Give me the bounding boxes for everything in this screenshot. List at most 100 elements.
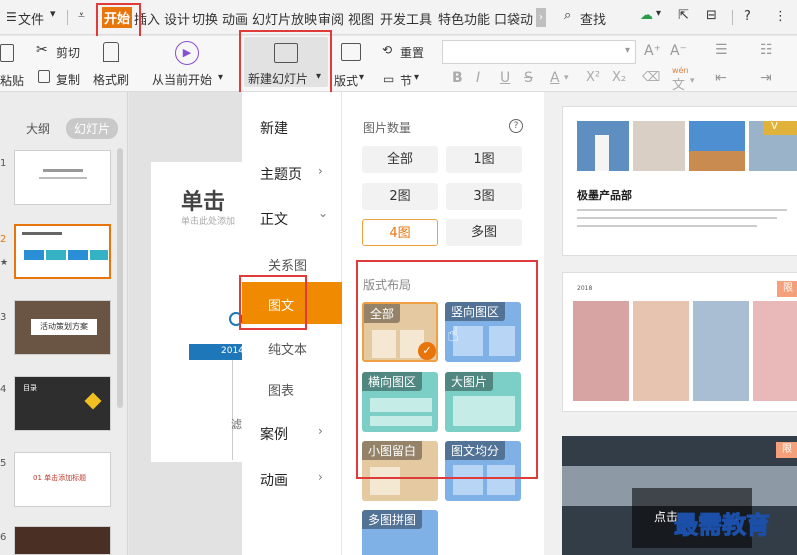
format-painter-icon[interactable] [103,42,119,62]
menu-features[interactable]: 特色功能 [438,9,490,28]
section-button[interactable]: 节 [400,72,412,89]
slide-subtitle[interactable]: 单击此处添加 [181,214,235,227]
tab-slides[interactable]: 幻灯片 [66,118,119,139]
paste-icon[interactable] [0,44,14,62]
count-1[interactable]: 1图 [446,146,522,173]
chevron-down-icon[interactable]: ▾ [218,72,223,83]
underline-button[interactable]: U [500,70,510,86]
template-title: 极墨产品部 [577,189,632,202]
template-photo [633,121,685,171]
slide-thumbnail[interactable] [14,150,111,205]
menu-item-chart[interactable]: 图表 [268,380,294,399]
count-3[interactable]: 3图 [446,183,522,210]
slide-title[interactable]: 单击 [181,184,225,216]
menu-file[interactable]: 文件 [18,9,44,28]
indent-icon[interactable]: ⇤ [715,70,727,86]
chevron-down-icon[interactable]: ▾ [359,72,364,83]
count-4-selected[interactable]: 4图 [362,219,438,246]
layout-button[interactable]: 版式 [334,72,358,89]
more-icon[interactable]: ⋮ [774,9,787,24]
section-icon[interactable]: ▭ [383,72,394,86]
count-all[interactable]: 全部 [362,146,438,173]
cut-button[interactable]: 剪切 [56,44,80,61]
layout-multi-collage[interactable]: 多图拼图 [362,510,438,555]
template-card[interactable]: V 极墨产品部 [562,106,797,256]
shrink-font-button[interactable]: A⁻ [670,43,687,59]
subscript-button[interactable]: X₂ [612,70,626,85]
slide-page[interactable]: 单击 单击此处添加 2014 滤 [151,162,244,462]
scissors-icon[interactable]: ✂ [36,42,48,58]
menu-item-animation[interactable]: 动画 [260,470,288,490]
tray-icon[interactable]: ⊟ [706,8,717,23]
template-photo [573,301,629,401]
bold-button[interactable]: B [452,70,463,86]
slide-number: 1 [0,158,7,169]
menu-slideshow[interactable]: 幻灯片放映 [252,9,317,28]
chevron-right-icon: › [318,164,323,178]
tab-outline[interactable]: 大纲 [26,120,50,137]
font-name-select[interactable]: ▾ [442,40,636,64]
reset-icon[interactable]: ⟲ [382,43,392,57]
template-card[interactable]: 2018 限 [562,272,797,412]
menu-item-theme-pages[interactable]: 主题页 [260,164,302,184]
slide-thumbnail[interactable]: 01 单击添加标题 [14,452,111,507]
menu-view[interactable]: 视图 [348,9,374,28]
chevron-down-icon[interactable]: ▾ [564,73,569,83]
play-icon[interactable]: ▶ [175,41,199,65]
format-painter-button[interactable]: 格式刷 [93,71,129,88]
copy-icon[interactable] [38,70,50,83]
chevron-right-icon: › [318,424,323,438]
help-icon[interactable]: ? [509,119,523,133]
reset-button[interactable]: 重置 [400,44,424,61]
search-icon[interactable]: ⌕ [564,8,571,23]
font-color-button[interactable]: A [550,70,560,86]
count-multi[interactable]: 多图 [446,219,522,246]
template-photo [577,121,629,171]
menu-item-new[interactable]: 新建 [260,118,288,138]
cloud-sync-icon[interactable]: ☁ [640,8,653,23]
scroll-right-icon[interactable]: › [536,8,546,27]
layout-icon[interactable] [341,43,361,61]
menu-transition[interactable]: 切换 [192,9,218,28]
share-icon[interactable]: ⇱ [678,8,689,23]
menu-developer[interactable]: 开发工具 [380,9,432,28]
numbered-list-icon[interactable]: ☷ [760,42,773,58]
count-2[interactable]: 2图 [362,183,438,210]
menu-design[interactable]: 设计 [164,9,190,28]
help-button[interactable]: ? [744,9,751,24]
chevron-down-icon[interactable]: ▾ [690,76,695,86]
menu-pocket[interactable]: 口袋动 [494,9,533,28]
phonetic-guide-button[interactable]: 文 [672,74,685,93]
chevron-down-icon[interactable]: ▾ [50,7,56,20]
menu-item-relation[interactable]: 关系图 [268,255,307,274]
menu-animation[interactable]: 动画 [222,9,248,28]
slide-thumbnail-selected[interactable] [14,224,111,279]
italic-button[interactable]: I [476,70,480,86]
outdent-icon[interactable]: ⇥ [760,70,772,86]
eraser-icon[interactable]: ⌫ [642,70,660,85]
from-current-button[interactable]: 从当前开始 [152,71,212,88]
paste-button[interactable]: 粘贴 [0,72,24,89]
superscript-button[interactable]: X² [586,70,600,85]
file-icon[interactable]: ☰ [6,10,17,24]
watermark-text: 最需教育 [674,510,771,540]
slide-thumbnail[interactable] [14,526,111,555]
bullet-list-icon[interactable]: ☰ [715,42,728,58]
menu-item-plain-text[interactable]: 纯文本 [268,339,307,358]
menu-item-body[interactable]: 正文 [260,209,288,229]
copy-button[interactable]: 复制 [56,71,80,88]
menu-divider [732,10,733,25]
grow-font-button[interactable]: A⁺ [644,43,661,59]
slide-thumbnail[interactable]: 目录 [14,376,111,431]
strikethrough-button[interactable]: S [524,70,533,86]
chevron-down-icon[interactable]: ▾ [414,72,419,83]
menu-item-case[interactable]: 案例 [260,424,288,444]
new-slide-category-menu: 新建 主题页 › 正文 ⌄ 关系图 图文 纯文本 图表 案例 › 动画 › [239,92,342,555]
slide-thumbnail[interactable]: 活动策划方案 [14,300,111,355]
search-button[interactable]: 查找 [580,9,606,28]
star-icon: ★ [0,258,9,268]
chevron-down-icon[interactable]: ▾ [656,8,661,19]
customize-icon[interactable]: ⩡ [78,8,85,23]
menu-review[interactable]: 审阅 [318,9,344,28]
thumbnail-scrollbar[interactable] [117,148,123,408]
